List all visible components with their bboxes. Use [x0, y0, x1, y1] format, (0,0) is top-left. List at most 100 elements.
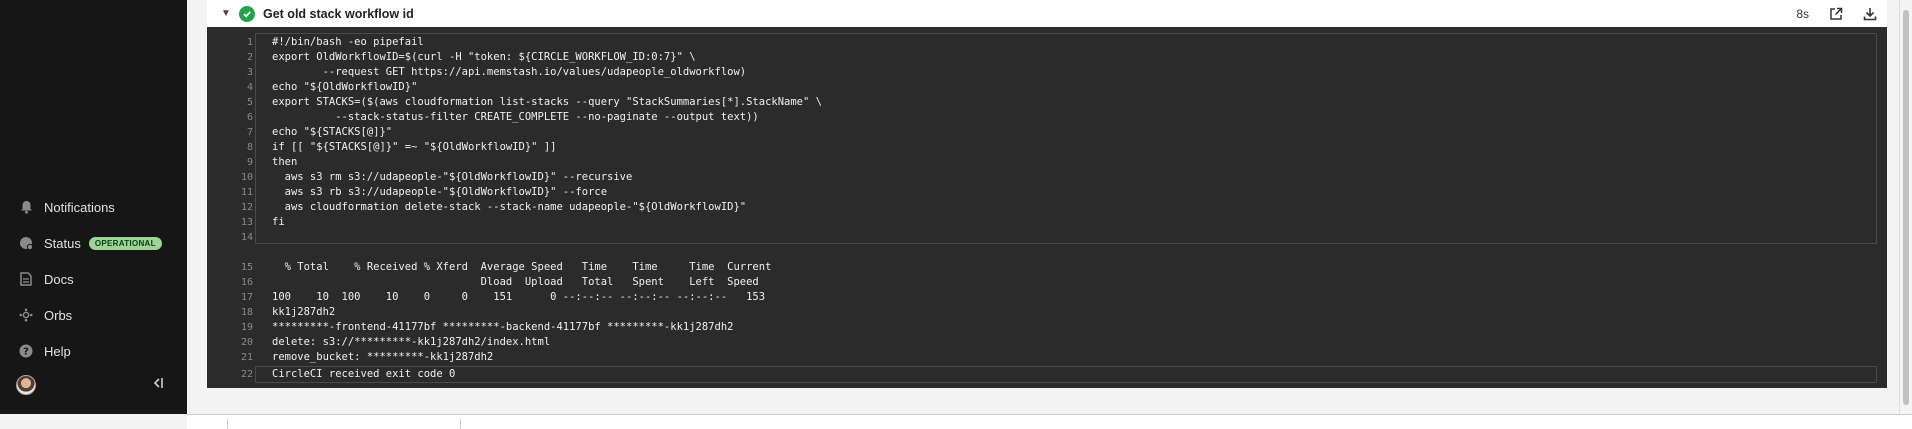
page-scrollbar[interactable] — [1899, 0, 1912, 414]
step-header[interactable]: ▼ Get old stack workflow id 8s — [207, 0, 1887, 27]
line-text: echo "${STACKS[@]}" — [272, 126, 393, 138]
sidebar-item-label: Orbs — [44, 307, 73, 323]
line-text: if [[ "${STACKS[@]}" =~ "${OldWorkflowID… — [272, 141, 557, 153]
document-icon — [18, 271, 34, 287]
open-external-icon[interactable] — [1827, 5, 1845, 23]
terminal-line: 19 *********-frontend-41177bf *********-b… — [207, 320, 1887, 335]
line-number: 19 — [240, 322, 253, 333]
line-text: export STACKS=($(aws cloudformation list… — [272, 96, 822, 108]
success-check-icon — [239, 5, 255, 22]
sidebar-item-help[interactable]: ? Help — [0, 333, 187, 369]
line-text: remove_bucket: *********-kk1j287dh2 — [272, 351, 494, 363]
line-text: aws s3 rm s3://udapeople-"${OldWorkflowI… — [272, 171, 633, 183]
line-number: 22 — [240, 369, 253, 380]
line-number: 14 — [240, 232, 253, 243]
avatar[interactable] — [16, 375, 36, 395]
line-number: 5 — [246, 97, 253, 108]
orbs-icon — [18, 307, 34, 323]
terminal-line: 8 if [[ "${STACKS[@]}" =~ "${OldWorkflowI… — [207, 140, 1887, 155]
line-number: 2 — [246, 52, 253, 63]
step-title: Get old stack workflow id — [263, 6, 414, 21]
step-header-actions: 8s — [1796, 0, 1879, 27]
terminal-line: 3 --request GET https://api.memstash.io/… — [207, 65, 1887, 80]
line-number: 8 — [246, 142, 253, 153]
collapse-sidebar-icon[interactable] — [152, 376, 164, 395]
line-number: 3 — [246, 67, 253, 78]
line-text: kk1j287dh2 — [272, 306, 336, 318]
line-number: 17 — [240, 292, 253, 303]
status-icon — [18, 235, 34, 251]
terminal-output[interactable]: 1 #!/bin/bash -eo pipefail 2 export OldWork… — [207, 27, 1887, 388]
line-text: % Total % Received % Xferd Average Speed… — [272, 261, 772, 273]
terminal-line: 4 echo "${OldWorkflowID}" — [207, 80, 1887, 95]
bottom-bar — [187, 414, 1912, 429]
line-text: Dload Upload Total Spent Left Speed — [272, 276, 759, 288]
sidebar-item-status[interactable]: Status OPERATIONAL — [0, 225, 187, 261]
terminal-line: 6 --stack-status-filter CREATE_COMPLETE … — [207, 110, 1887, 125]
terminal-line: 10 aws s3 rm s3://udapeople-"${OldWorkfl… — [207, 170, 1887, 185]
terminal-line: 12 aws cloudformation delete-stack --sta… — [207, 200, 1887, 215]
line-number: 4 — [246, 82, 253, 93]
line-text: aws s3 rb s3://udapeople-"${OldWorkflowI… — [272, 186, 608, 198]
scrollbar-thumb[interactable] — [1903, 10, 1909, 405]
terminal-line: 16 Dload Upload Total Spent Left Speed — [207, 275, 1887, 290]
line-number: 15 — [240, 262, 253, 273]
sidebar-item-label: Status — [44, 235, 81, 251]
line-number: 16 — [240, 277, 253, 288]
terminal-line: 22 CircleCI received exit code 0 — [207, 367, 1887, 382]
line-number: 10 — [240, 172, 253, 183]
line-text: export OldWorkflowID=$(curl -H "token: $… — [272, 51, 696, 63]
line-text: *********-frontend-41177bf *********-bac… — [272, 321, 734, 333]
terminal-line: 18 kk1j287dh2 — [207, 305, 1887, 320]
line-number: 1 — [246, 37, 253, 48]
line-text: delete: s3://*********-kk1j287dh2/index.… — [272, 336, 551, 348]
line-number: 12 — [240, 202, 253, 213]
line-text: aws cloudformation delete-stack --stack-… — [272, 201, 747, 213]
line-number: 21 — [240, 352, 253, 363]
sidebar-item-label: Docs — [44, 271, 74, 287]
sidebar-item-label: Help — [44, 343, 71, 359]
line-text: then — [272, 156, 298, 168]
terminal-line: 13 fi — [207, 215, 1887, 230]
download-icon[interactable] — [1861, 5, 1879, 23]
line-number: 9 — [246, 157, 253, 168]
line-number: 13 — [240, 217, 253, 228]
line-text: echo "${OldWorkflowID}" — [272, 81, 418, 93]
main-content: ▼ Get old stack workflow id 8s 1 #!/bin/b… — [187, 0, 1912, 414]
terminal-line: 17 100 10 100 10 0 0 151 0 --:--:-- --:--… — [207, 290, 1887, 305]
svg-text:?: ? — [23, 347, 29, 358]
line-text: --request GET https://api.memstash.io/va… — [272, 66, 747, 78]
terminal-line: 20 delete: s3://*********-kk1j287dh2/inde… — [207, 335, 1887, 350]
step-card: ▼ Get old stack workflow id 8s 1 #!/bin/b… — [207, 0, 1887, 388]
line-number: 18 — [240, 307, 253, 318]
line-number: 7 — [246, 127, 253, 138]
step-duration: 8s — [1796, 6, 1809, 21]
bell-icon — [18, 199, 34, 215]
chevron-down-icon[interactable]: ▼ — [221, 8, 237, 19]
line-text: fi — [272, 216, 285, 228]
sidebar-item-label: Notifications — [44, 199, 115, 215]
line-number: 11 — [240, 187, 253, 198]
line-number: 20 — [240, 337, 253, 348]
terminal-line: 21 remove_bucket: *********-kk1j287dh2 — [207, 350, 1887, 365]
sidebar-item-orbs[interactable]: Orbs — [0, 297, 187, 333]
line-text: --stack-status-filter CREATE_COMPLETE --… — [272, 111, 759, 123]
line-text: CircleCI received exit code 0 — [272, 368, 456, 380]
terminal-line: 1 #!/bin/bash -eo pipefail — [207, 35, 1887, 50]
line-number: 6 — [246, 112, 253, 123]
line-text: 100 10 100 10 0 0 151 0 --:--:-- --:--:-… — [272, 291, 766, 303]
terminal-line: 9 then — [207, 155, 1887, 170]
terminal-line: 2 export OldWorkflowID=$(curl -H "token: … — [207, 50, 1887, 65]
terminal-line: 14 — [207, 230, 1887, 245]
help-icon: ? — [18, 343, 34, 359]
terminal-line: 5 export STACKS=($(aws cloudformation lis… — [207, 95, 1887, 110]
line-text: #!/bin/bash -eo pipefail — [272, 36, 424, 48]
sidebar-item-notifications[interactable]: Notifications — [0, 189, 187, 225]
profile-row — [16, 375, 164, 395]
terminal-line: 11 aws s3 rb s3://udapeople-"${OldWorkfl… — [207, 185, 1887, 200]
status-badge: OPERATIONAL — [88, 236, 162, 250]
terminal-line: 15 % Total % Received % Xferd Average Sp… — [207, 260, 1887, 275]
sidebar-item-docs[interactable]: Docs — [0, 261, 187, 297]
sidebar-nav: Notifications Status OPERATIONAL Docs Or… — [0, 189, 187, 369]
terminal-line: 7 echo "${STACKS[@]}" — [207, 125, 1887, 140]
